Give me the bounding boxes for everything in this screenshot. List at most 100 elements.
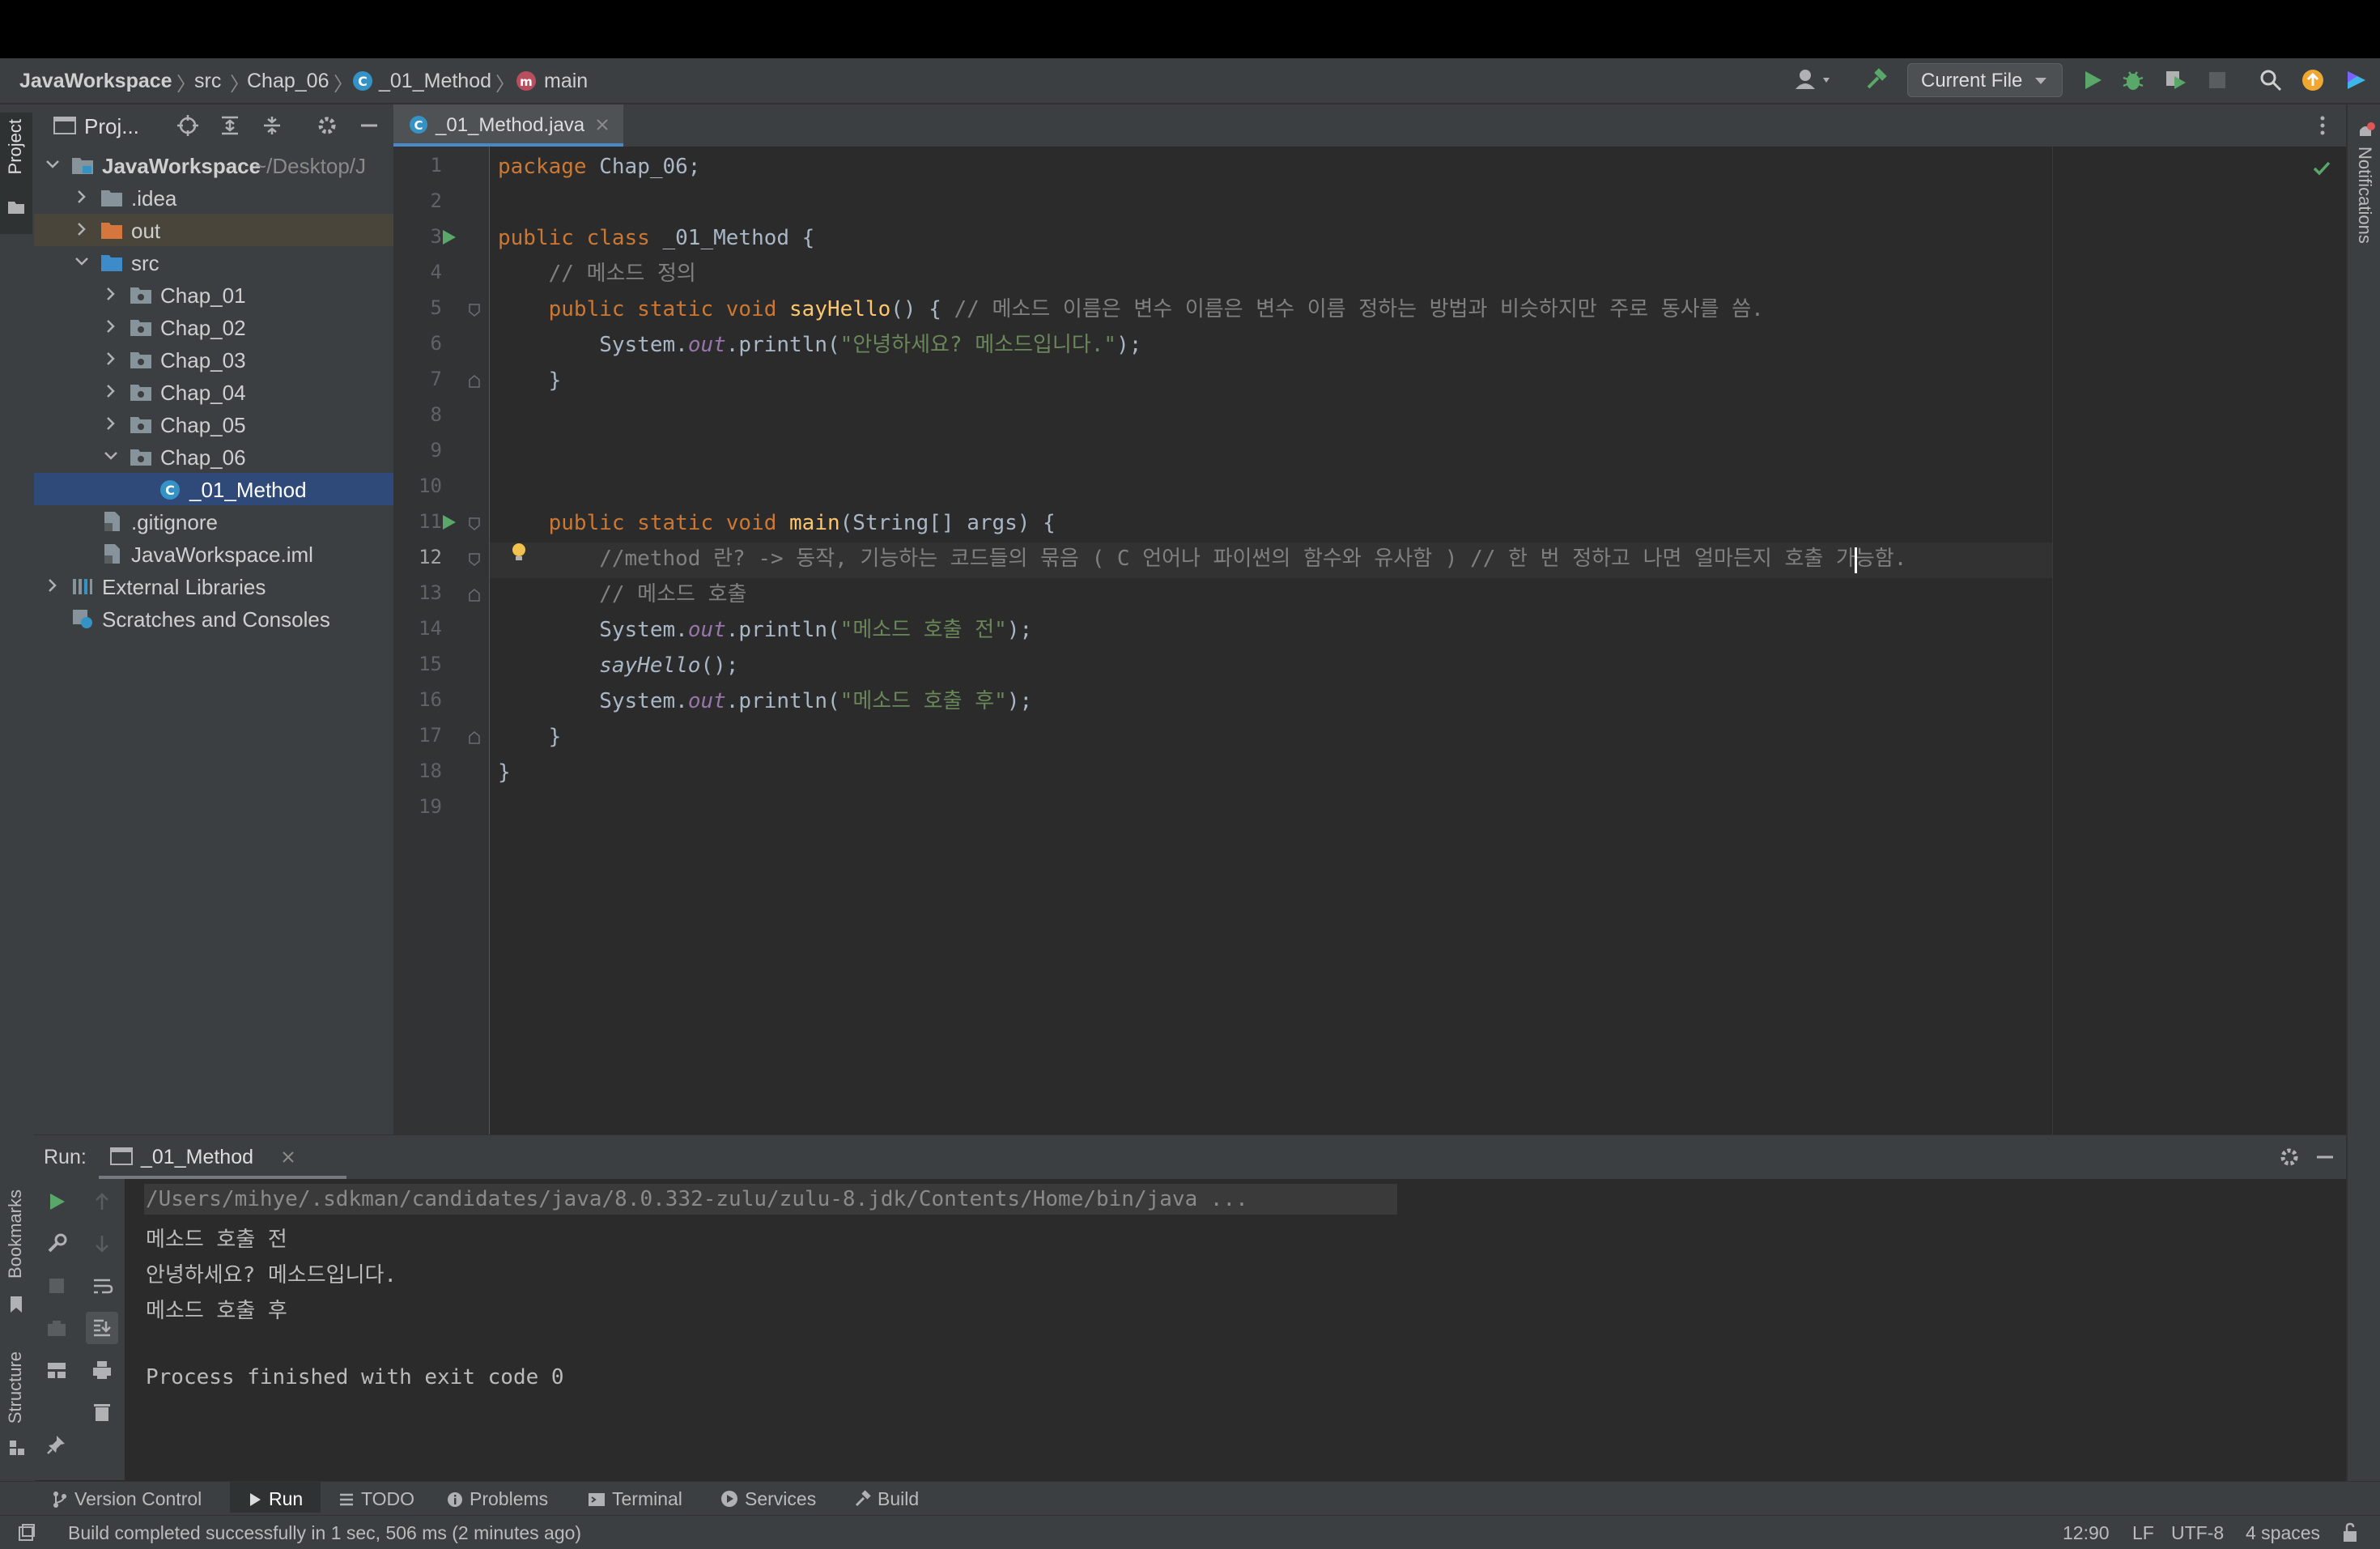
run-icon[interactable] <box>2080 68 2105 92</box>
expand-all-icon[interactable] <box>219 114 241 137</box>
file-encoding[interactable]: UTF-8 <box>2171 1522 2224 1544</box>
rerun-icon[interactable] <box>45 1190 68 1213</box>
coverage-icon[interactable] <box>2163 68 2187 92</box>
update-icon[interactable] <box>2301 68 2325 92</box>
breadcrumb-package[interactable]: Chap_06 <box>247 70 329 93</box>
minimize-icon[interactable] <box>2314 1146 2336 1168</box>
notifications-icon[interactable] <box>2356 122 2375 142</box>
build-hammer-icon[interactable] <box>1864 68 1888 92</box>
line-number-current: 12 <box>419 546 442 568</box>
close-icon[interactable] <box>280 1149 296 1165</box>
caret-position[interactable]: 12:90 <box>2063 1522 2110 1544</box>
tree-item-chap-06[interactable]: Chap_06 <box>34 440 393 473</box>
tree-item-chap-04[interactable]: Chap_04 <box>34 376 393 408</box>
run-config-selector[interactable]: Current File <box>1907 63 2063 97</box>
camera-icon[interactable] <box>45 1317 68 1339</box>
iml-file-icon <box>104 544 120 564</box>
code-line-3: public class _01_Method { <box>498 226 815 250</box>
breadcrumb-project[interactable]: JavaWorkspace <box>19 70 172 93</box>
tab-terminal[interactable]: Terminal <box>588 1488 682 1510</box>
debug-icon[interactable] <box>2121 68 2145 92</box>
status-bar: Build completed successfully in 1 sec, 5… <box>0 1515 2380 1549</box>
tree-item-idea[interactable]: .idea <box>34 181 393 214</box>
tree-item-iml[interactable]: JavaWorkspace.iml <box>34 538 393 570</box>
folder-icon <box>7 198 25 216</box>
close-icon[interactable] <box>594 117 610 133</box>
tree-item-out[interactable]: out <box>34 214 393 246</box>
line-number: 19 <box>419 795 442 818</box>
tree-item-scratches[interactable]: Scratches and Consoles <box>34 602 393 635</box>
fold-icon[interactable] <box>468 303 481 317</box>
breadcrumb-method[interactable]: main <box>544 70 588 93</box>
tree-item-label: .idea <box>131 186 177 211</box>
arrow-up-icon[interactable] <box>91 1190 113 1213</box>
tree-item-javaworkspace[interactable]: JavaWorkspace ~/Desktop/J <box>34 149 393 181</box>
no-problems-check-icon[interactable] <box>2311 158 2332 179</box>
tab-run[interactable]: Run <box>230 1482 321 1513</box>
project-tool-button[interactable]: Project <box>0 113 32 234</box>
search-icon[interactable] <box>2259 68 2283 92</box>
java-class-icon: C <box>160 480 180 500</box>
tree-item-gitignore[interactable]: .gitignore <box>34 505 393 538</box>
toggle-tool-windows-icon[interactable] <box>18 1524 36 1542</box>
stop-icon[interactable] <box>45 1275 68 1297</box>
run-gutter-icon[interactable] <box>440 513 458 532</box>
tree-item-external-libraries[interactable]: External Libraries <box>34 570 393 602</box>
arrow-down-icon[interactable] <box>91 1232 113 1255</box>
more-options-icon[interactable] <box>2318 114 2327 137</box>
console-line-command[interactable]: /Users/mihye/.sdkman/candidates/java/8.0… <box>146 1187 1248 1211</box>
project-tree: JavaWorkspace ~/Desktop/J .idea out src … <box>34 147 393 1134</box>
tab-version-control[interactable]: Version Control <box>52 1488 202 1510</box>
run-gutter-icon[interactable] <box>440 228 458 247</box>
gear-icon[interactable] <box>316 114 338 137</box>
tree-item-chap-03[interactable]: Chap_03 <box>34 343 393 376</box>
tree-item-src[interactable]: src <box>34 246 393 279</box>
line-number: 17 <box>419 724 442 747</box>
jetbrains-icon[interactable] <box>2344 68 2369 92</box>
editor-tab-01-method[interactable]: C _01_Method.java <box>393 104 623 147</box>
fold-icon[interactable] <box>468 730 481 745</box>
notifications-tool-label[interactable]: Notifications <box>2354 147 2375 244</box>
fold-icon[interactable] <box>468 552 481 567</box>
tree-item-01-method[interactable]: C _01_Method <box>34 473 393 505</box>
code-line-5: public static void sayHello() { // 메소드 이… <box>498 297 1764 321</box>
services-icon <box>721 1491 737 1507</box>
print-icon[interactable] <box>91 1359 113 1381</box>
console-output[interactable]: /Users/mihye/.sdkman/candidates/java/8.0… <box>125 1179 2346 1480</box>
run-tab-01-method[interactable]: _01_Method <box>99 1135 346 1180</box>
tab-problems[interactable]: Problems <box>447 1488 548 1510</box>
minimize-icon[interactable] <box>358 114 380 137</box>
soft-wrap-icon[interactable] <box>91 1275 113 1297</box>
tab-build[interactable]: Build <box>853 1488 919 1510</box>
code-editor[interactable]: package Chap_06; public class _01_Method… <box>490 147 2346 1134</box>
structure-icon <box>8 1439 26 1457</box>
fold-icon[interactable] <box>468 588 481 602</box>
status-message[interactable]: Build completed successfully in 1 sec, 5… <box>68 1522 581 1544</box>
indent-setting[interactable]: 4 spaces <box>2246 1522 2320 1544</box>
scroll-to-end-button[interactable] <box>86 1312 118 1344</box>
tab-services[interactable]: Services <box>720 1488 816 1510</box>
user-icon[interactable] <box>1794 68 1836 92</box>
trash-icon[interactable] <box>91 1401 113 1423</box>
line-number: 2 <box>430 189 442 212</box>
fold-icon[interactable] <box>468 517 481 531</box>
pin-icon[interactable] <box>45 1433 68 1456</box>
breadcrumb-class[interactable]: _01_Method <box>379 70 491 93</box>
wrench-icon[interactable] <box>45 1232 68 1255</box>
editor-tab-label: _01_Method.java <box>436 114 585 136</box>
layout-icon[interactable] <box>45 1359 68 1381</box>
tab-todo[interactable]: TODO <box>338 1488 414 1510</box>
collapse-all-icon[interactable] <box>261 114 283 137</box>
locate-icon[interactable] <box>176 114 199 137</box>
project-panel-title[interactable]: Proj... <box>84 114 139 139</box>
gear-icon[interactable] <box>2278 1146 2301 1168</box>
line-ending[interactable]: LF <box>2132 1522 2154 1544</box>
lock-icon[interactable] <box>2341 1522 2359 1543</box>
structure-tool-button[interactable]: Structure <box>0 1351 32 1481</box>
stop-icon[interactable] <box>2207 70 2228 91</box>
fold-icon[interactable] <box>468 374 481 389</box>
tree-item-chap-02[interactable]: Chap_02 <box>34 311 393 343</box>
tree-item-chap-05[interactable]: Chap_05 <box>34 408 393 440</box>
breadcrumb-src[interactable]: src <box>194 70 221 93</box>
tree-item-chap-01[interactable]: Chap_01 <box>34 279 393 311</box>
